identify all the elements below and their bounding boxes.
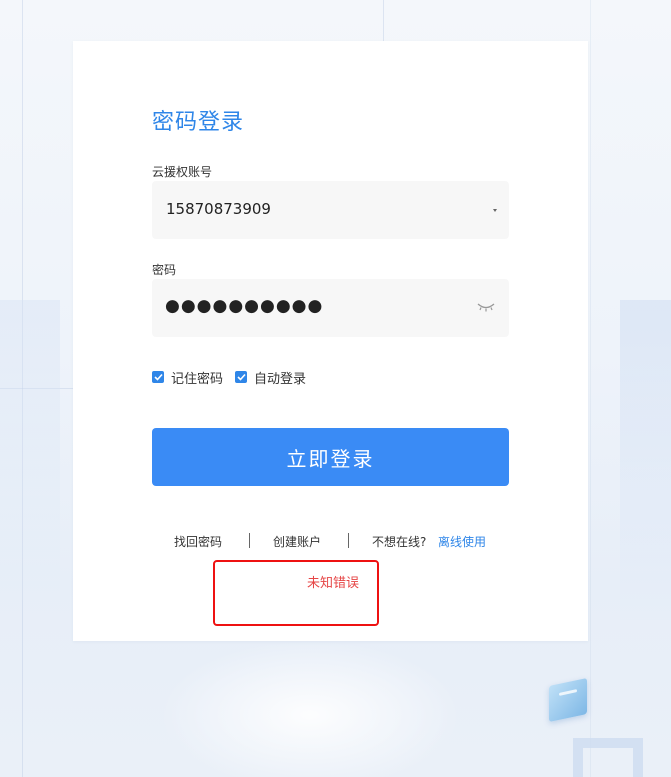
password-field[interactable]: ●●●●●●●●●● xyxy=(152,279,509,337)
background-cube-graphic xyxy=(549,677,587,723)
auto-login-checkbox[interactable]: 自动登录 xyxy=(235,368,306,387)
login-button[interactable]: 立即登录 xyxy=(152,428,509,486)
password-label: 密码 xyxy=(152,263,177,277)
auto-login-label[interactable]: 自动登录 xyxy=(254,368,306,387)
caret-down-icon[interactable] xyxy=(493,209,497,212)
eye-closed-icon[interactable] xyxy=(477,302,495,312)
account-value: 15870873909 xyxy=(166,200,271,218)
remember-password-checkbox[interactable]: 记住密码 xyxy=(152,368,223,387)
password-value: ●●●●●●●●●● xyxy=(165,296,324,316)
checkmark-icon[interactable] xyxy=(152,371,164,383)
error-highlight-box xyxy=(213,560,379,626)
login-card: 密码登录 云援权账号 15870873909 密码 ●●●●●●●●●● 记住密… xyxy=(73,41,588,641)
divider xyxy=(249,533,250,548)
offline-use-link[interactable]: 离线使用 xyxy=(438,533,486,550)
page-title: 密码登录 xyxy=(152,110,245,135)
create-account-link[interactable]: 创建账户 xyxy=(273,533,321,550)
offline-prompt: 不想在线? xyxy=(372,535,427,549)
account-select[interactable]: 15870873909 xyxy=(152,181,509,239)
account-label: 云援权账号 xyxy=(152,165,213,179)
checkmark-icon[interactable] xyxy=(235,371,247,383)
divider xyxy=(348,533,349,548)
background-frame-graphic xyxy=(573,738,643,777)
recover-password-link[interactable]: 找回密码 xyxy=(174,533,222,550)
error-message: 未知错误 xyxy=(307,576,360,591)
remember-password-label[interactable]: 记住密码 xyxy=(171,368,223,387)
